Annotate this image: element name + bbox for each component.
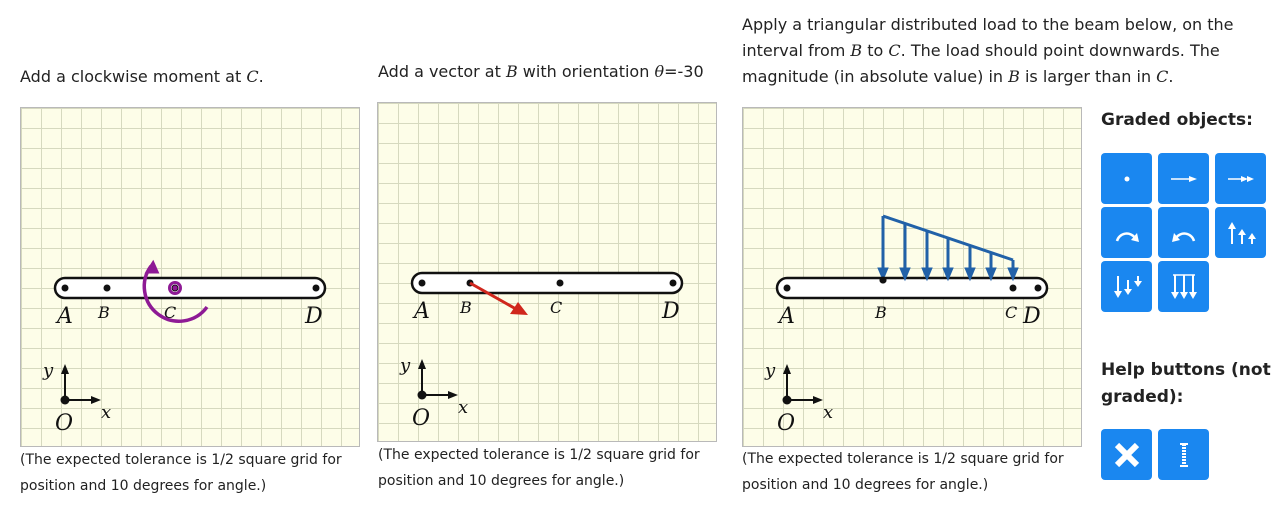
panel2-tolerance-line1: (The expected tolerance is 1/2 square gr…	[378, 447, 700, 463]
panel3-svg: A B C D y x O	[764, 214, 1049, 436]
add-clockwise-moment-button[interactable]	[1101, 207, 1152, 258]
panel1-tolerance-line2: position and 10 degrees for angle.)	[20, 478, 267, 494]
panel1-prompt-point: C	[246, 67, 259, 86]
help-title-line1: Help buttons (not	[1101, 360, 1271, 380]
label-x: x	[101, 402, 111, 423]
label-b: B	[874, 303, 887, 322]
point-c	[1009, 284, 1017, 292]
coordinate-axes: y x O	[399, 355, 468, 431]
triangular-load-down-icon	[1113, 275, 1142, 298]
panel2-prompt-point: B	[505, 62, 518, 81]
help-buttons-title: Help buttons (not graded):	[1101, 357, 1271, 411]
panel3-prompt-line1: Apply a triangular distributed load to t…	[742, 15, 1234, 34]
label-y: y	[399, 355, 411, 376]
coordinate-axes: y x O	[42, 360, 111, 436]
label-o: O	[777, 411, 795, 436]
panel1-prompt: Add a clockwise moment at C.	[20, 64, 264, 90]
add-vector-button[interactable]	[1158, 153, 1209, 204]
panel2-prompt-middle: with orientation	[517, 62, 655, 81]
label-b: B	[459, 298, 472, 317]
add-uniform-load-down-button[interactable]	[1158, 261, 1209, 312]
panel2-drawing-canvas[interactable]: A B C D y x O	[377, 102, 717, 442]
add-counterclockwise-moment-button[interactable]	[1158, 207, 1209, 258]
point-d	[312, 284, 320, 292]
label-b: B	[97, 303, 110, 322]
beam	[410, 271, 684, 295]
delete-button[interactable]	[1101, 429, 1152, 480]
counterclockwise-moment-icon	[1171, 231, 1195, 242]
vector-icon	[1170, 175, 1197, 182]
panel3-drawing-canvas[interactable]: A B C D y x O	[742, 107, 1082, 447]
add-triangular-load-down-button[interactable]	[1101, 261, 1152, 312]
panel1-tolerance-line1: (The expected tolerance is 1/2 square gr…	[20, 452, 342, 468]
triangular-distributed-load[interactable]	[877, 214, 1019, 282]
panel2-prompt: Add a vector at B with orientation θ=-30	[378, 59, 704, 85]
panel2-prompt-theta: θ	[654, 62, 665, 81]
panel1-prompt-end: .	[258, 67, 264, 86]
panel3-prompt-line3: magnitude (in absolute value) in B is la…	[742, 67, 1174, 86]
uniform-load-down-icon	[1170, 273, 1197, 299]
point-a	[418, 279, 426, 287]
panel1-drawing-canvas[interactable]: A B C D y x O	[20, 107, 360, 447]
label-c: C	[550, 298, 562, 317]
label-c: C	[1005, 303, 1017, 322]
point-c	[556, 279, 564, 287]
label-y: y	[764, 360, 776, 381]
delete-icon	[1114, 442, 1139, 467]
label-d: D	[661, 299, 680, 324]
label-y: y	[42, 360, 54, 381]
panel2-tolerance: (The expected tolerance is 1/2 square gr…	[378, 442, 700, 494]
point-d	[1034, 284, 1042, 292]
panel3-prompt-line2: interval from B to C. The load should po…	[742, 41, 1220, 60]
panel3-tolerance-line2: position and 10 degrees for angle.)	[742, 477, 989, 493]
point-d	[669, 279, 677, 287]
label-o: O	[412, 406, 430, 431]
panel3-tolerance-line1: (The expected tolerance is 1/2 square gr…	[742, 451, 1064, 467]
panel2-svg: A B C D y x O	[399, 271, 684, 431]
point-icon	[1124, 176, 1129, 181]
beam	[775, 276, 1049, 300]
add-point-button[interactable]	[1101, 153, 1152, 204]
panel3-prompt: Apply a triangular distributed load to t…	[742, 12, 1234, 90]
panel2-tolerance-line2: position and 10 degrees for angle.)	[378, 473, 625, 489]
label-d: D	[304, 304, 323, 329]
point-a	[61, 284, 69, 292]
coordinate-axes: y x O	[764, 360, 833, 436]
label-x: x	[458, 397, 468, 418]
panel1-prompt-text: Add a clockwise moment at	[20, 67, 247, 86]
label-a: A	[412, 299, 430, 324]
graded-objects-title: Graded objects:	[1101, 110, 1253, 130]
point-a	[783, 284, 791, 292]
label-o: O	[55, 411, 73, 436]
beam	[53, 276, 327, 300]
label-a: A	[55, 304, 73, 329]
label-x: x	[823, 402, 833, 423]
distributed-load-up-icon	[1227, 221, 1256, 244]
panel2-prompt-value: =-30	[664, 62, 704, 81]
panel3-tolerance: (The expected tolerance is 1/2 square gr…	[742, 446, 1064, 498]
double-headed-vector-icon	[1227, 175, 1254, 182]
help-line-button[interactable]	[1158, 429, 1209, 480]
point-b	[103, 284, 111, 292]
panel2-prompt-text: Add a vector at	[378, 62, 506, 81]
panel1-svg: A B C D y x O	[42, 259, 327, 436]
help-line-icon	[1179, 442, 1188, 467]
add-distributed-load-up-button[interactable]	[1215, 207, 1266, 258]
label-d: D	[1022, 304, 1041, 329]
label-a: A	[777, 304, 795, 329]
add-double-headed-vector-button[interactable]	[1215, 153, 1266, 204]
panel1-tolerance: (The expected tolerance is 1/2 square gr…	[20, 447, 342, 499]
help-title-line2: graded):	[1101, 387, 1184, 407]
clockwise-moment-icon	[1115, 231, 1139, 242]
